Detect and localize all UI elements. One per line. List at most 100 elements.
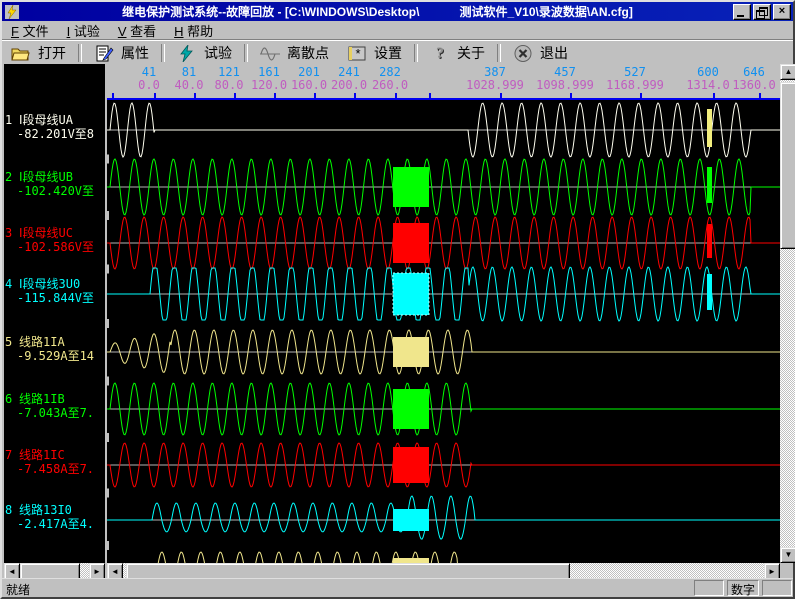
channel-boundary-tick xyxy=(107,489,109,498)
toolbar-button-label: 退出 xyxy=(540,43,568,63)
axis-tick xyxy=(429,93,431,98)
channel-range: -102.420V至 xyxy=(17,184,94,198)
toolbar-button-open-folder[interactable]: 打开 xyxy=(2,42,75,64)
axis-tick xyxy=(570,93,572,98)
channel-boundary-tick xyxy=(107,433,109,442)
window-title: 继电保护测试系统--故障回放 - [C:\WINDOWS\Desktop\ 测试… xyxy=(22,3,733,20)
restore-button[interactable] xyxy=(753,4,771,20)
axis-time-label: 160.0 xyxy=(291,78,327,92)
axis-time-label: 1314.0 xyxy=(686,78,729,92)
channel-label-2[interactable]: 2Ⅰ段母线UB-102.420V至 xyxy=(4,170,105,200)
vertical-scrollbar-thumb[interactable] xyxy=(780,82,795,249)
svg-text:?: ? xyxy=(436,45,444,62)
channel-label-6[interactable]: 6线路1IB-7.043A至7. xyxy=(4,392,105,422)
axis-tick xyxy=(234,93,236,98)
axis-time-label: 1028.999 xyxy=(466,78,524,92)
status-panel-1 xyxy=(694,580,724,596)
channel-label-8[interactable]: 8线路13I0-2.417A至4. xyxy=(4,503,105,533)
channel-boundary-tick xyxy=(107,211,109,220)
channel-boundary-tick xyxy=(107,319,109,328)
channel-label-5[interactable]: 5线路1IA-9.529A至14 xyxy=(4,335,105,365)
axis-time-label: 1098.999 xyxy=(536,78,594,92)
cursor-bar-marker[interactable] xyxy=(707,167,712,203)
channel-number: 4 xyxy=(5,277,12,291)
channel-name: 线路13I0 xyxy=(19,503,72,517)
channel-label-7[interactable]: 7线路1IC-7.458A至7. xyxy=(4,448,105,478)
fault-marker-square[interactable] xyxy=(393,223,429,263)
toolbar-button-settings[interactable]: *设置 xyxy=(338,42,411,64)
channel-range: -102.586V至 xyxy=(17,240,94,254)
axis-time-label: 120.0 xyxy=(251,78,287,92)
fault-marker-square[interactable] xyxy=(393,337,429,367)
waveform-trace-partial xyxy=(107,552,780,563)
svg-text:*: * xyxy=(355,46,360,61)
menu-item-V[interactable]: V 查看 xyxy=(109,20,165,41)
toolbar-button-label: 关于 xyxy=(457,43,485,63)
axis-sample-label: 81 xyxy=(182,65,196,79)
channel-label-1[interactable]: 1Ⅰ段母线UA-82.201V至8 xyxy=(4,113,105,143)
axis-tick xyxy=(354,93,356,98)
axis-tick xyxy=(500,93,502,98)
app-lightning-icon xyxy=(5,5,19,19)
axis-sample-label: 201 xyxy=(298,65,320,79)
fault-marker-square[interactable] xyxy=(393,509,429,531)
channel-range: -115.844V至 xyxy=(17,291,94,305)
vertical-scrollbar[interactable]: ▲ ▼ xyxy=(780,64,795,563)
axis-tick xyxy=(274,93,276,98)
cursor-bar-marker[interactable] xyxy=(707,224,712,258)
status-panel-2 xyxy=(762,580,792,596)
waveform-area[interactable] xyxy=(107,100,780,563)
channel-name: Ⅰ段母线UC xyxy=(19,226,73,240)
scroll-up-button[interactable]: ▲ xyxy=(780,64,795,80)
axis-tick xyxy=(713,93,715,98)
scroll-down-button[interactable]: ▼ xyxy=(780,547,795,563)
channel-number: 8 xyxy=(5,503,12,517)
channel-name: 线路1IA xyxy=(19,335,65,349)
axis-sample-label: 646 xyxy=(743,65,765,79)
axis-sample-label: 457 xyxy=(554,65,576,79)
axis-sample-label: 161 xyxy=(258,65,280,79)
channel-boundary-tick xyxy=(107,541,109,550)
toolbar-button-properties[interactable]: 属性 xyxy=(85,42,158,64)
channel-label-3[interactable]: 3 Ⅰ段母线UC-102.586V至 xyxy=(4,226,105,256)
toolbar-button-about[interactable]: ??关于 xyxy=(421,42,494,64)
axis-time-label: 0.0 xyxy=(138,78,160,92)
fault-marker-square[interactable] xyxy=(393,389,429,429)
menu-item-F[interactable]: F 文件 xyxy=(2,20,58,41)
axis-sample-label: 121 xyxy=(218,65,240,79)
axis-tick xyxy=(314,93,316,98)
axis-sample-label: 387 xyxy=(484,65,506,79)
channel-boundary-tick xyxy=(107,265,109,274)
axis-tick xyxy=(112,93,114,98)
channel-number: 3 xyxy=(5,226,12,240)
fault-marker-square[interactable] xyxy=(393,273,429,315)
channel-number: 6 xyxy=(5,392,12,406)
close-button[interactable]: × xyxy=(773,4,791,20)
channel-name: 线路1IB xyxy=(19,392,65,406)
channel-name: Ⅰ段母线UB xyxy=(19,170,73,184)
channel-range: -7.458A至7. xyxy=(17,462,94,476)
fault-marker-square[interactable] xyxy=(393,447,429,483)
cursor-bar-marker[interactable] xyxy=(707,109,712,147)
menu-item-I[interactable]: I 试验 xyxy=(58,20,109,41)
minimize-icon xyxy=(737,15,744,17)
waveform-trace-8 xyxy=(107,496,780,539)
toolbar-button-test-lightning[interactable]: 试验 xyxy=(168,42,241,64)
minimize-button[interactable] xyxy=(733,4,751,20)
channel-range: -9.529A至14 xyxy=(17,349,94,363)
channel-number: 1 xyxy=(5,113,12,127)
toolbar-button-exit[interactable]: 退出 xyxy=(504,42,577,64)
status-ready-text: 就绪 xyxy=(6,581,30,598)
fault-marker-square[interactable] xyxy=(393,167,429,207)
axis-sample-label: 527 xyxy=(624,65,646,79)
channel-label-4[interactable]: 4Ⅰ段母线3U0-115.844V至 xyxy=(4,277,105,307)
menu-item-H[interactable]: H 帮助 xyxy=(165,20,222,41)
axis-sample-label: 282 xyxy=(379,65,401,79)
toolbar-button-label: 打开 xyxy=(38,43,66,63)
channel-boundary-tick xyxy=(107,377,109,386)
toolbar-button-label: 属性 xyxy=(121,43,149,63)
channel-range: -82.201V至8 xyxy=(17,127,94,141)
open-folder-icon xyxy=(11,45,31,62)
cursor-bar-marker[interactable] xyxy=(707,274,712,310)
toolbar-button-discrete-points[interactable]: 离散点 xyxy=(251,42,338,64)
